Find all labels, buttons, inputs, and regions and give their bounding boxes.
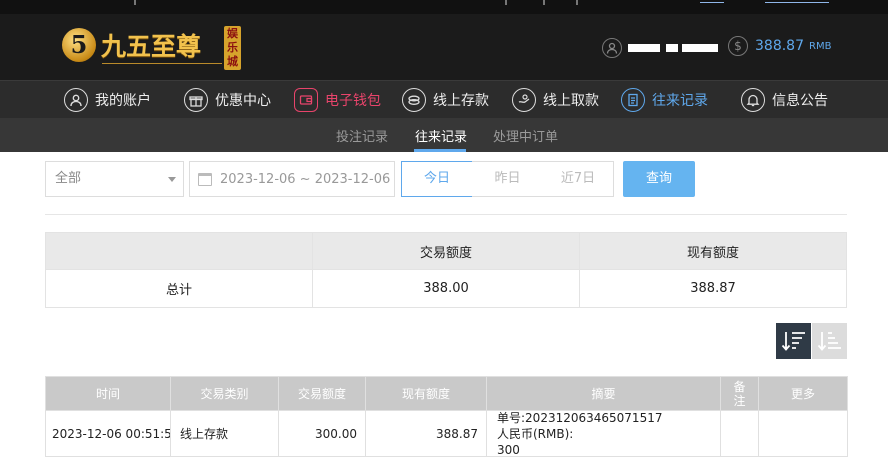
- col-header-balance: 现有额度: [365, 376, 487, 411]
- wallet-icon: [294, 88, 318, 112]
- nav-promotions[interactable]: 优惠中心: [184, 86, 271, 114]
- records-icon: [621, 88, 645, 112]
- summary-table: 交易额度 现有额度 总计 388.00 388.87: [45, 232, 847, 308]
- subtab-bet-records[interactable]: 投注记录: [336, 126, 388, 145]
- last-7-days-button[interactable]: 近7日: [543, 161, 614, 197]
- balance-amount: 388.87: [755, 38, 804, 54]
- active-tab-indicator: [414, 149, 466, 152]
- record-note: [720, 410, 759, 457]
- record-balance: 388.87: [365, 410, 487, 457]
- summary-header-cell: 现有额度: [579, 232, 847, 270]
- col-header-summary: 摘要: [486, 376, 721, 411]
- top-strip-mark: [543, 0, 545, 5]
- date-range-input[interactable]: [220, 163, 394, 195]
- sort-descending-button[interactable]: [776, 323, 811, 359]
- gift-icon: [184, 88, 208, 112]
- username-masked: [628, 44, 718, 52]
- nav-deposit[interactable]: 线上存款: [402, 86, 489, 114]
- nav-announcements[interactable]: 信息公告: [741, 86, 828, 114]
- record-amount: 300.00: [278, 410, 366, 457]
- record-order-number: 单号:202312063465071517: [497, 411, 663, 425]
- balance-currency: RMB: [809, 40, 832, 52]
- brand-badge: 娱乐城: [224, 26, 241, 70]
- col-header-more: 更多: [758, 376, 848, 411]
- logo-emblem: 5: [62, 28, 96, 62]
- col-header-note: 备注: [720, 376, 759, 411]
- summary-amount: 388.00: [312, 269, 580, 308]
- top-strip: [0, 0, 888, 14]
- type-select-value: 全部: [55, 171, 82, 186]
- top-strip-mark: [134, 0, 136, 5]
- record-more[interactable]: [758, 410, 848, 457]
- nav-records[interactable]: 往来记录: [621, 86, 708, 114]
- user-circle-icon: [64, 88, 88, 112]
- nav-my-account[interactable]: 我的账户: [64, 86, 151, 114]
- subtab-pending-orders[interactable]: 处理中订单: [493, 126, 558, 145]
- records-table: 时间 交易类别 交易额度 现有额度 摘要 备注 更多 2023-12-06 00…: [45, 376, 848, 457]
- nav-label: 我的账户: [95, 93, 151, 109]
- balance-display: $ 388.87 RMB: [728, 36, 831, 56]
- subtab-transaction-records[interactable]: 往来记录: [415, 126, 467, 145]
- top-link[interactable]: [700, 2, 724, 3]
- user-info[interactable]: [602, 36, 718, 60]
- nav-withdraw[interactable]: 线上取款: [512, 86, 599, 114]
- site-header: 5 九五至尊 娱乐城 $ 388.87 RMB: [0, 14, 888, 80]
- table-row: 2023-12-06 00:51:54 线上存款 300.00 388.87 单…: [45, 410, 848, 457]
- withdraw-icon: [512, 88, 536, 112]
- summary-label: 总计: [45, 269, 313, 308]
- dollar-circle-icon: $: [728, 36, 748, 56]
- sub-nav: 投注记录 往来记录 处理中订单: [0, 118, 888, 152]
- brand-name: 九五至尊: [101, 32, 202, 61]
- date-range-picker[interactable]: [189, 161, 395, 197]
- col-header-amount: 交易额度: [278, 376, 366, 411]
- nav-label: 信息公告: [772, 93, 828, 109]
- top-strip-mark: [505, 0, 507, 5]
- calendar-icon: [198, 173, 212, 186]
- record-time: 2023-12-06 00:51:54: [45, 410, 171, 457]
- search-button[interactable]: 查询: [623, 161, 695, 197]
- nav-label: 往来记录: [652, 93, 708, 109]
- summary-total-row: 总计 388.00 388.87: [45, 269, 847, 308]
- col-header-time: 时间: [45, 376, 171, 411]
- type-select[interactable]: 全部: [45, 161, 184, 197]
- nav-label: 线上存款: [433, 93, 489, 109]
- record-summary: 单号:202312063465071517 人民币(RMB): 300: [486, 410, 721, 457]
- deposit-icon: [402, 88, 426, 112]
- sort-desc-icon: [781, 332, 805, 351]
- top-link[interactable]: [765, 2, 829, 3]
- today-button[interactable]: 今日: [401, 161, 473, 197]
- brand-logo[interactable]: 5 九五至尊 娱乐城: [62, 24, 242, 72]
- summary-header-cell: 交易额度: [312, 232, 580, 270]
- summary-header-row: 交易额度 现有额度: [45, 232, 847, 270]
- nav-label: 线上取款: [543, 93, 599, 109]
- yesterday-button[interactable]: 昨日: [472, 161, 544, 197]
- top-strip-mark: [576, 0, 578, 5]
- sort-ascending-button[interactable]: [812, 323, 847, 359]
- caret-down-icon: [168, 177, 176, 182]
- nav-label: 优惠中心: [215, 93, 271, 109]
- nav-label: 电子钱包: [325, 93, 381, 109]
- logo-ornament: [102, 63, 222, 67]
- user-circle-icon: [602, 38, 622, 58]
- nav-wallet[interactable]: 电子钱包: [294, 86, 381, 114]
- records-header-row: 时间 交易类别 交易额度 现有额度 摘要 备注 更多: [45, 376, 848, 411]
- record-currency-amount: 300: [497, 443, 520, 457]
- bell-icon: [741, 88, 765, 112]
- main-nav: 我的账户 优惠中心 电子钱包 线上存款 线上取款 往来记录 信息公告: [0, 80, 888, 118]
- sort-asc-icon: [817, 332, 841, 351]
- record-currency-label: 人民币(RMB):: [497, 427, 574, 441]
- col-header-type: 交易类别: [170, 376, 279, 411]
- record-type: 线上存款: [170, 410, 279, 457]
- divider: [45, 214, 847, 215]
- summary-header-cell: [45, 232, 313, 270]
- summary-balance: 388.87: [579, 269, 847, 308]
